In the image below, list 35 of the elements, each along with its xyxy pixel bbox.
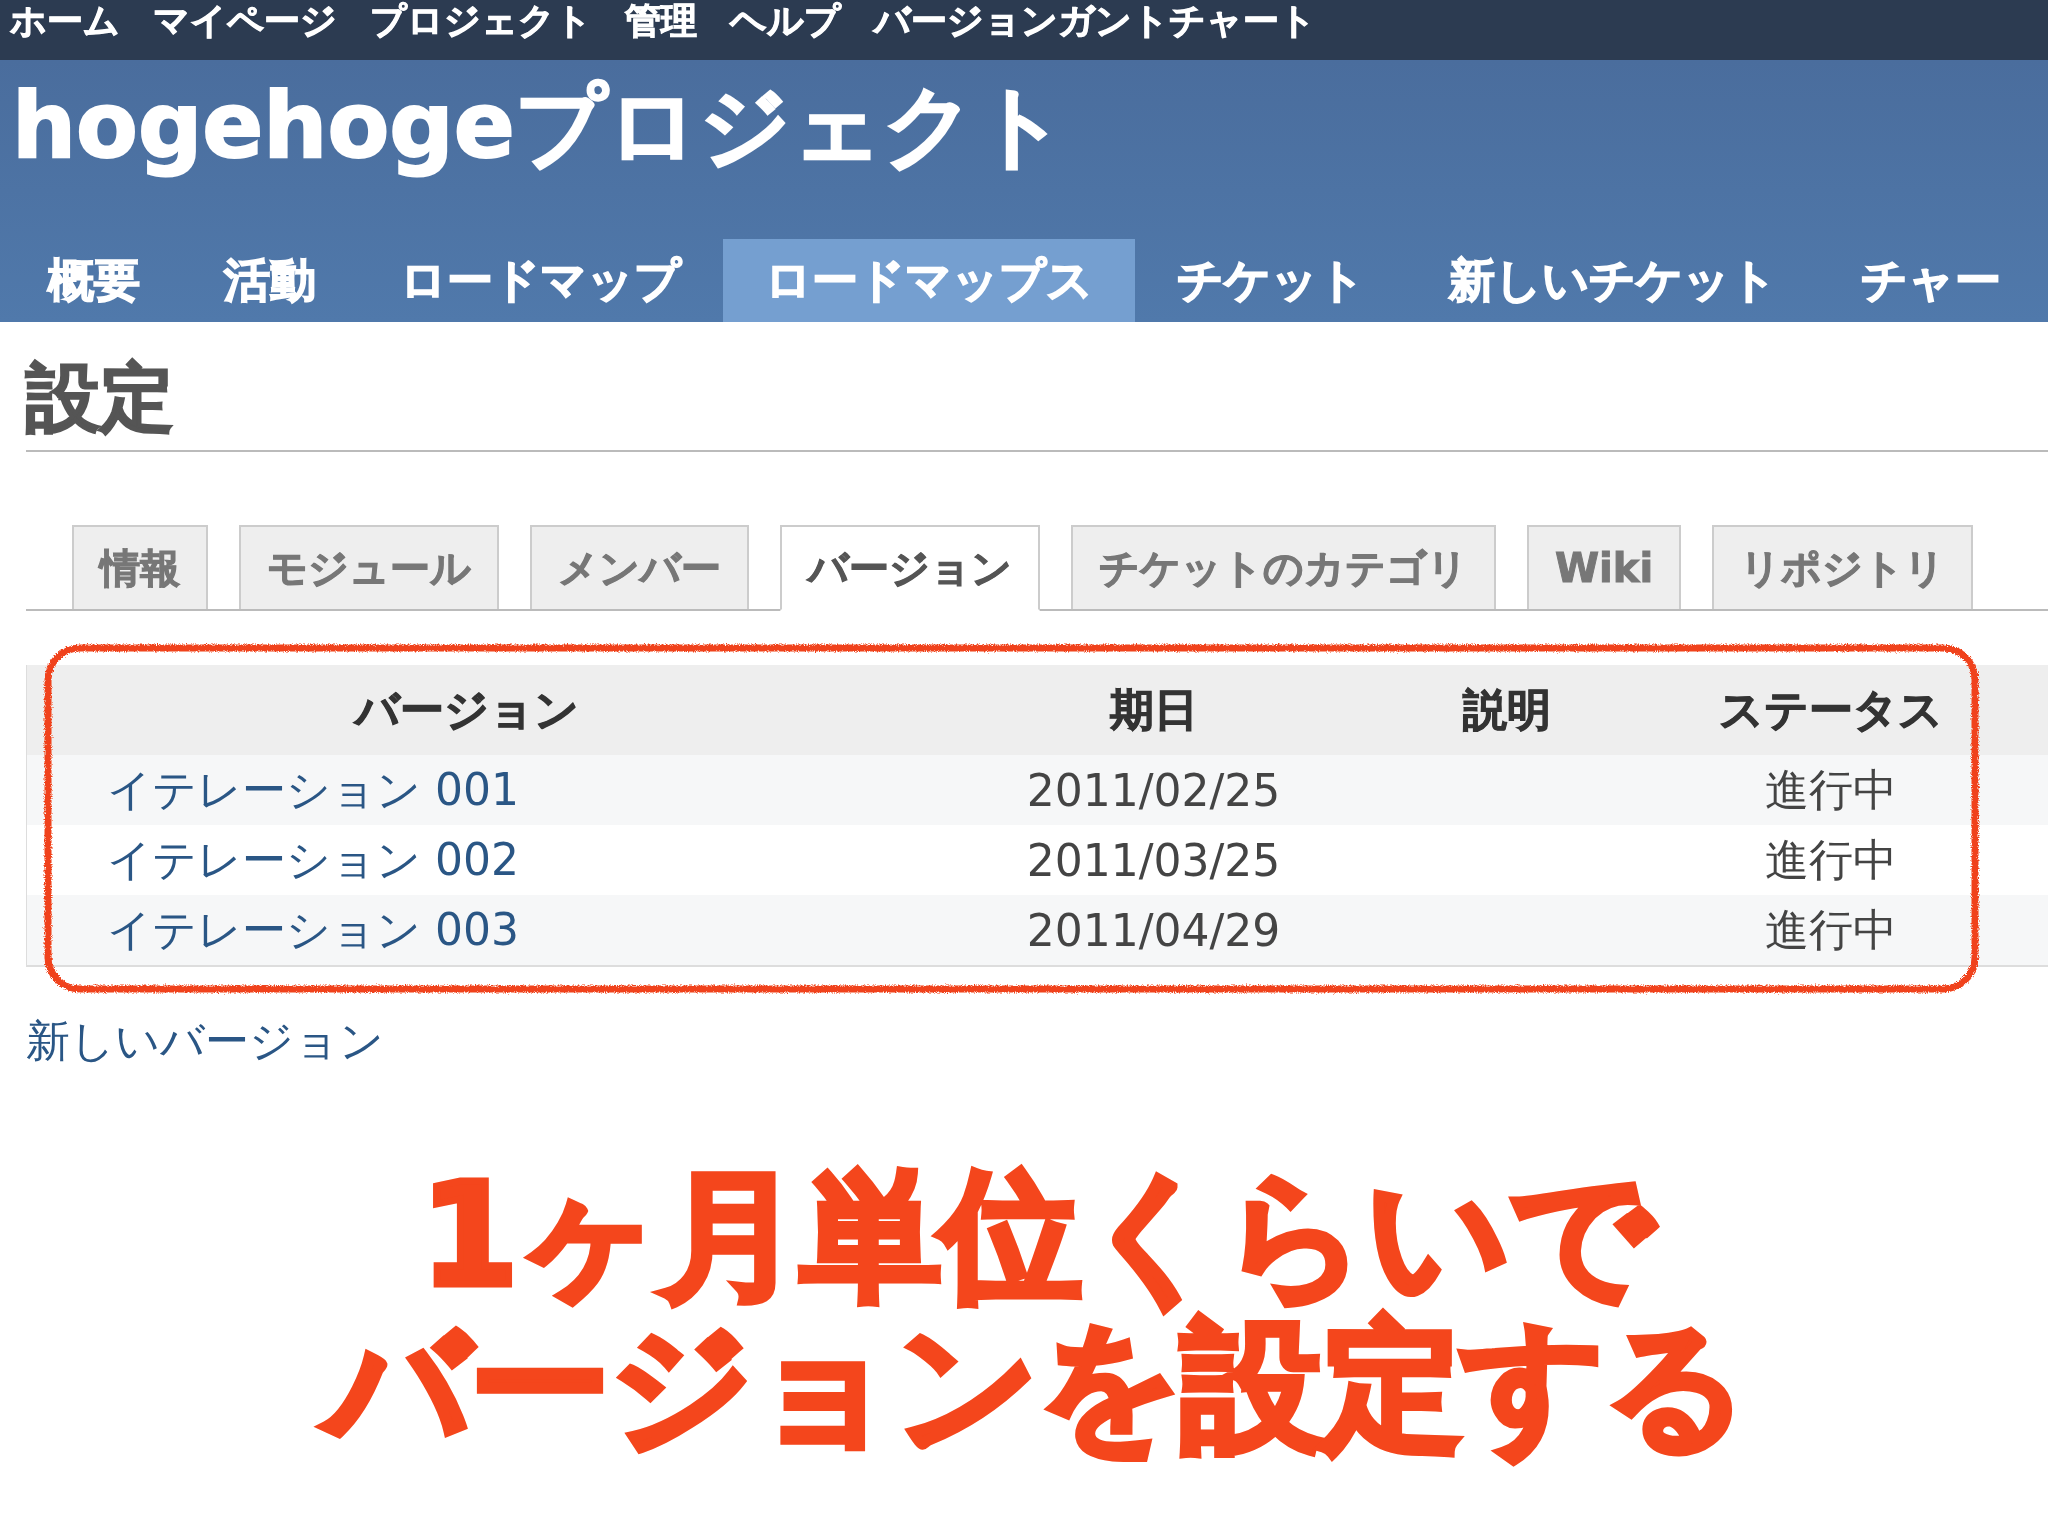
settings-tab[interactable]: 情報 <box>72 525 208 609</box>
caption-line: 1ヶ月単位くらいで <box>420 1161 1654 1311</box>
date-cell: 2011/03/25 <box>906 825 1401 895</box>
column-header: 期日 <box>906 665 1401 755</box>
settings-tab[interactable]: モジュール <box>239 525 499 609</box>
top-menu-link[interactable]: ヘルプ <box>730 0 841 42</box>
column-header: ステータス <box>1612 665 2048 755</box>
main-menu-tab[interactable]: 活動 <box>182 239 358 322</box>
main-menu-tab[interactable]: 概要 <box>6 239 182 322</box>
top-menu-link[interactable]: ホーム <box>10 0 120 42</box>
settings-tab[interactable]: メンバー <box>530 525 749 609</box>
status-cell: 進行中 <box>1612 895 2048 966</box>
date-cell: 2011/02/25 <box>906 755 1401 825</box>
column-header: バージョン <box>26 665 907 755</box>
main-menu-tab[interactable]: チャー <box>1819 239 2043 322</box>
page-heading: 設定 <box>26 352 2048 452</box>
settings-tab[interactable]: チケットのカテゴリ <box>1071 525 1496 609</box>
main-menu-tab[interactable]: ロードマップ <box>358 239 723 322</box>
top-menu-link[interactable]: プロジェクト <box>370 0 592 42</box>
top-menu-link[interactable]: バージョンガントチャート <box>874 0 1316 42</box>
top-menu-link[interactable]: 管理 <box>625 0 697 42</box>
column-header: 説明 <box>1400 665 1613 755</box>
main-menu-tab[interactable]: ロードマップス <box>723 239 1135 322</box>
settings-tab[interactable]: バージョン <box>780 525 1040 611</box>
main-menu-tab[interactable]: 新しいチケット <box>1407 239 1819 322</box>
version-link[interactable]: イテレーション 002 <box>107 833 519 885</box>
top-menu-link[interactable]: マイページ <box>153 0 337 42</box>
status-cell: 進行中 <box>1612 755 2048 825</box>
new-version-link[interactable]: 新しいバージョン <box>26 1013 384 1069</box>
date-cell: 2011/04/29 <box>906 895 1401 966</box>
project-title: hogehogeプロジェクト <box>12 74 1067 178</box>
settings-tab[interactable]: Wiki <box>1527 525 1682 609</box>
main-menu-tab[interactable]: チケット <box>1135 239 1407 322</box>
status-cell: 進行中 <box>1612 825 2048 895</box>
settings-tab[interactable]: リポジトリ <box>1712 525 1974 609</box>
